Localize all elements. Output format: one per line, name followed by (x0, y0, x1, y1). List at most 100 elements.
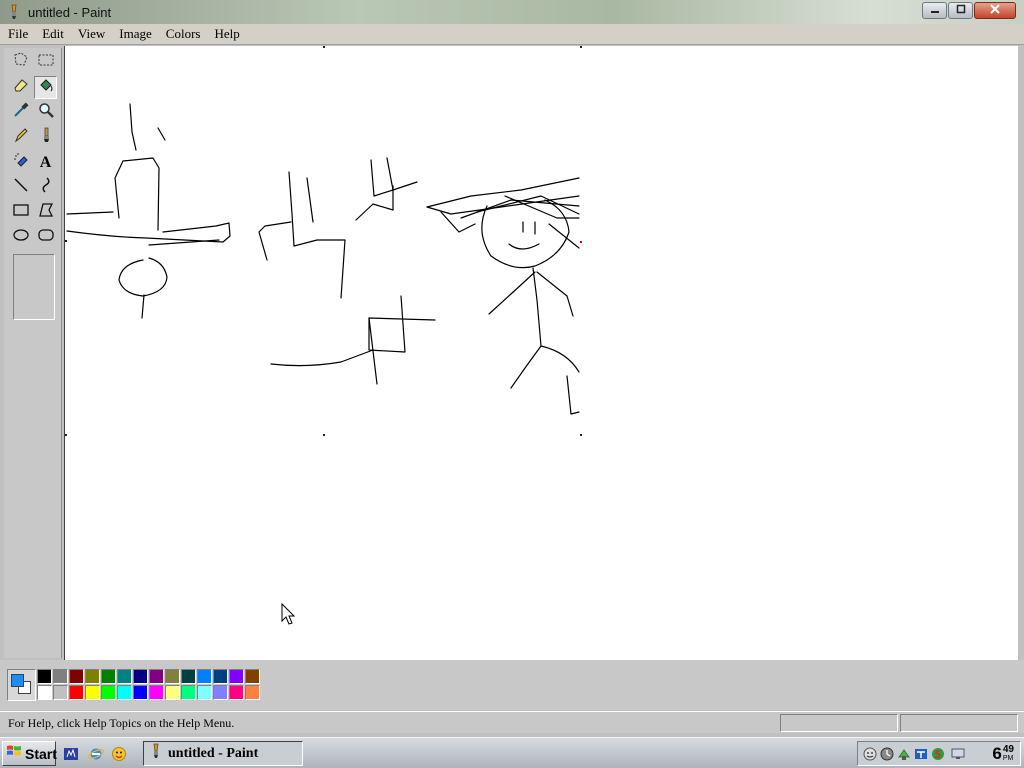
curve-icon (37, 176, 55, 199)
palette-swatch[interactable] (229, 669, 244, 684)
palette-swatch[interactable] (181, 685, 196, 700)
tool-eraser[interactable] (9, 76, 32, 99)
palette-swatch[interactable] (69, 669, 84, 684)
network-icon[interactable] (896, 746, 911, 761)
windows-flag-icon (6, 743, 22, 764)
tool-free-form-select[interactable] (9, 51, 32, 74)
tool-rectangle[interactable] (9, 201, 32, 224)
tool-fill-with-color[interactable] (34, 76, 57, 99)
menu-image[interactable]: Image (113, 26, 157, 42)
palette-swatch[interactable] (245, 685, 260, 700)
rounded-rect-icon (37, 226, 55, 249)
window-controls (922, 2, 1016, 19)
rect-select-icon (37, 51, 55, 74)
palette-swatch[interactable] (37, 669, 52, 684)
color-palette (0, 660, 1024, 710)
maximize-icon (956, 4, 966, 17)
menu-edit[interactable]: Edit (36, 26, 70, 42)
text-icon: A (39, 153, 52, 171)
palette-swatch[interactable] (133, 685, 148, 700)
rectangle-icon (12, 201, 30, 224)
shield-icon[interactable] (879, 746, 894, 761)
tool-rounded-rectangle[interactable] (34, 226, 57, 249)
tool-curve[interactable] (34, 176, 57, 199)
magnifier-icon (37, 101, 55, 124)
security-icon[interactable] (930, 746, 945, 761)
taskbar: Start untitled - Paint 6 49 PM (0, 737, 1024, 768)
palette-swatch[interactable] (69, 685, 84, 700)
tool-box: A (4, 48, 62, 658)
menu-help[interactable]: Help (208, 26, 245, 42)
palette-swatch[interactable] (197, 685, 212, 700)
palette-swatch[interactable] (165, 685, 180, 700)
palette-swatch[interactable] (101, 685, 116, 700)
palette-swatch[interactable] (149, 685, 164, 700)
free-select-icon (12, 51, 30, 74)
palette-swatch[interactable] (133, 669, 148, 684)
palette-swatch[interactable] (117, 685, 132, 700)
palette-swatch[interactable] (229, 685, 244, 700)
color-picker-icon (12, 101, 30, 124)
close-button[interactable] (974, 2, 1016, 19)
menu-bar: File Edit View Image Colors Help (0, 24, 1024, 45)
messenger-icon[interactable] (110, 745, 128, 763)
palette-swatch[interactable] (197, 669, 212, 684)
internet-explorer-icon[interactable] (87, 745, 105, 763)
palette-swatch[interactable] (149, 669, 164, 684)
palette-swatch[interactable] (53, 685, 68, 700)
status-help-text: For Help, click Help Topics on the Help … (8, 716, 235, 730)
tool-magnifier[interactable] (34, 101, 57, 124)
status-bar: For Help, click Help Topics on the Help … (0, 711, 1024, 733)
foreground-color (11, 674, 24, 687)
menu-colors[interactable]: Colors (160, 26, 207, 42)
drawing-canvas[interactable] (65, 46, 1019, 660)
maximize-button[interactable] (948, 2, 973, 19)
media-icon[interactable] (62, 745, 80, 763)
start-button[interactable]: Start (2, 741, 57, 766)
smiley-icon[interactable] (862, 746, 877, 761)
display-icon[interactable] (950, 746, 965, 761)
minimize-button[interactable] (922, 2, 947, 19)
status-panel-1 (780, 714, 898, 732)
menu-view[interactable]: View (72, 26, 111, 42)
palette-swatch[interactable] (117, 669, 132, 684)
palette-swatch[interactable] (181, 669, 196, 684)
tool-rectangle-select[interactable] (34, 51, 57, 74)
tool-polygon[interactable] (34, 201, 57, 224)
tool-line[interactable] (9, 176, 32, 199)
freehand-drawing (66, 103, 580, 415)
palette-swatch[interactable] (37, 685, 52, 700)
tool-ellipse[interactable] (9, 226, 32, 249)
status-panel-2 (900, 714, 1018, 732)
palette-swatch[interactable] (245, 669, 260, 684)
title-bar: untitled - Paint (0, 0, 1024, 24)
task-button-paint[interactable]: untitled - Paint (143, 741, 303, 766)
menu-file[interactable]: File (2, 26, 34, 42)
palette-swatch[interactable] (85, 685, 100, 700)
palette-swatch[interactable] (165, 669, 180, 684)
tool-pick-color[interactable] (9, 101, 32, 124)
palette-swatch[interactable] (213, 685, 228, 700)
current-colors-indicator[interactable] (7, 669, 36, 701)
arrow-cursor-icon (281, 602, 296, 625)
canvas-workspace[interactable] (64, 46, 1018, 660)
paint-brush-icon (149, 743, 163, 764)
palette-swatch[interactable] (53, 669, 68, 684)
canvas-resize-handles[interactable] (65, 46, 582, 436)
system-tray: 6 49 PM (857, 741, 1021, 766)
tool-brush[interactable] (34, 126, 57, 149)
tool-options-box[interactable] (13, 254, 55, 320)
brush-icon (37, 126, 55, 149)
tool-grid: A (8, 50, 58, 250)
tool-airbrush[interactable] (9, 151, 32, 174)
palette-swatch[interactable] (101, 669, 116, 684)
tray-app-icon[interactable] (913, 746, 928, 761)
clock-ampm: PM (1002, 755, 1014, 762)
palette-swatch[interactable] (213, 669, 228, 684)
fill-bucket-icon (37, 76, 55, 99)
tool-text[interactable]: A (34, 151, 57, 174)
palette-swatch[interactable] (85, 669, 100, 684)
tool-pencil[interactable] (9, 126, 32, 149)
clock[interactable]: 6 49 PM (992, 744, 1014, 764)
palette-swatches (37, 669, 261, 701)
